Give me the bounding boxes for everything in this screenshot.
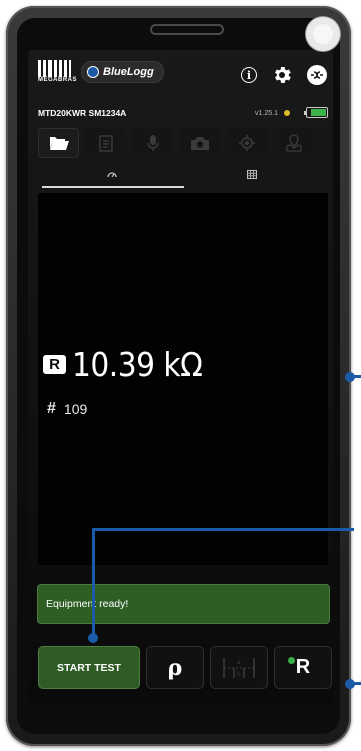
electrode-config-icon: a b (223, 657, 255, 678)
bluetooth-connect-icon[interactable] (307, 65, 327, 85)
tool-bar (38, 128, 314, 158)
callout-dot (345, 679, 355, 689)
speaker-icon (150, 24, 224, 35)
mode-badge: R (43, 355, 66, 374)
count-symbol: # (47, 400, 56, 417)
start-test-button[interactable]: START TEST (38, 646, 140, 689)
camera-icon (190, 136, 209, 150)
gps-icon (238, 135, 255, 151)
folder-open-icon (48, 137, 69, 150)
document-icon (98, 134, 113, 152)
document-button[interactable] (85, 128, 126, 158)
action-bar: START TEST ρ a b R (38, 646, 332, 689)
rho-label: ρ (167, 654, 183, 681)
info-icon[interactable]: i (241, 67, 257, 83)
resistance-mode-button[interactable]: R (274, 646, 332, 689)
svg-text:a: a (237, 659, 241, 666)
svg-text:b: b (237, 671, 241, 678)
battery-icon (304, 107, 328, 118)
selected-indicator-icon (288, 657, 295, 664)
device-info-row: MTD20KWR SM1234A v1.25.1 (38, 107, 328, 122)
brand: MEGABRAS BlueLogg (38, 60, 164, 84)
bluelogg-badge[interactable]: BlueLogg (81, 61, 164, 83)
callout-line (92, 528, 95, 638)
wenner-config-button[interactable]: a b (210, 646, 268, 689)
grid-icon (247, 170, 257, 179)
gauge-icon (107, 172, 117, 178)
measurement-count: # 109 (47, 400, 87, 418)
app-screen: MEGABRAS BlueLogg i MTD20KWR SM1234A v1.… (28, 50, 333, 705)
megabras-logo-icon: MEGABRAS (38, 60, 78, 84)
resistivity-button[interactable]: ρ (146, 646, 204, 689)
app-header: MEGABRAS BlueLogg i (28, 50, 333, 98)
measurement-reading: R 10.39 kΩ (43, 345, 203, 384)
microphone-button[interactable] (132, 128, 173, 158)
app-name: BlueLogg (103, 66, 154, 78)
status-message: Equipment ready! (46, 598, 129, 610)
gps-button[interactable] (226, 128, 267, 158)
bluelogg-icon (87, 66, 99, 78)
brand-label: MEGABRAS (38, 77, 78, 83)
battery-fill (311, 109, 326, 116)
callout-dot (345, 372, 355, 382)
tab-grid[interactable] (182, 170, 322, 184)
status-message-bar: Equipment ready! (37, 584, 330, 624)
device-id: MTD20KWR SM1234A (38, 108, 127, 118)
folder-open-button[interactable] (38, 128, 79, 158)
gear-icon[interactable] (271, 64, 293, 86)
microphone-icon (146, 135, 159, 151)
active-tab-indicator (42, 186, 184, 188)
connection-status-dot (284, 110, 290, 116)
camera-lens-icon (306, 17, 340, 51)
camera-button[interactable] (179, 128, 220, 158)
callout-dot (88, 633, 98, 643)
tab-gauge[interactable] (42, 170, 182, 184)
firmware-version: v1.25.1 (255, 110, 278, 117)
callout-line (92, 528, 354, 531)
resistance-value: 10.39 kΩ (72, 345, 203, 384)
view-tabs (42, 170, 322, 188)
r-label: R (295, 656, 311, 678)
map-pin-button[interactable] (273, 128, 314, 158)
count-value: 109 (63, 401, 88, 417)
map-pin-icon (285, 134, 302, 152)
